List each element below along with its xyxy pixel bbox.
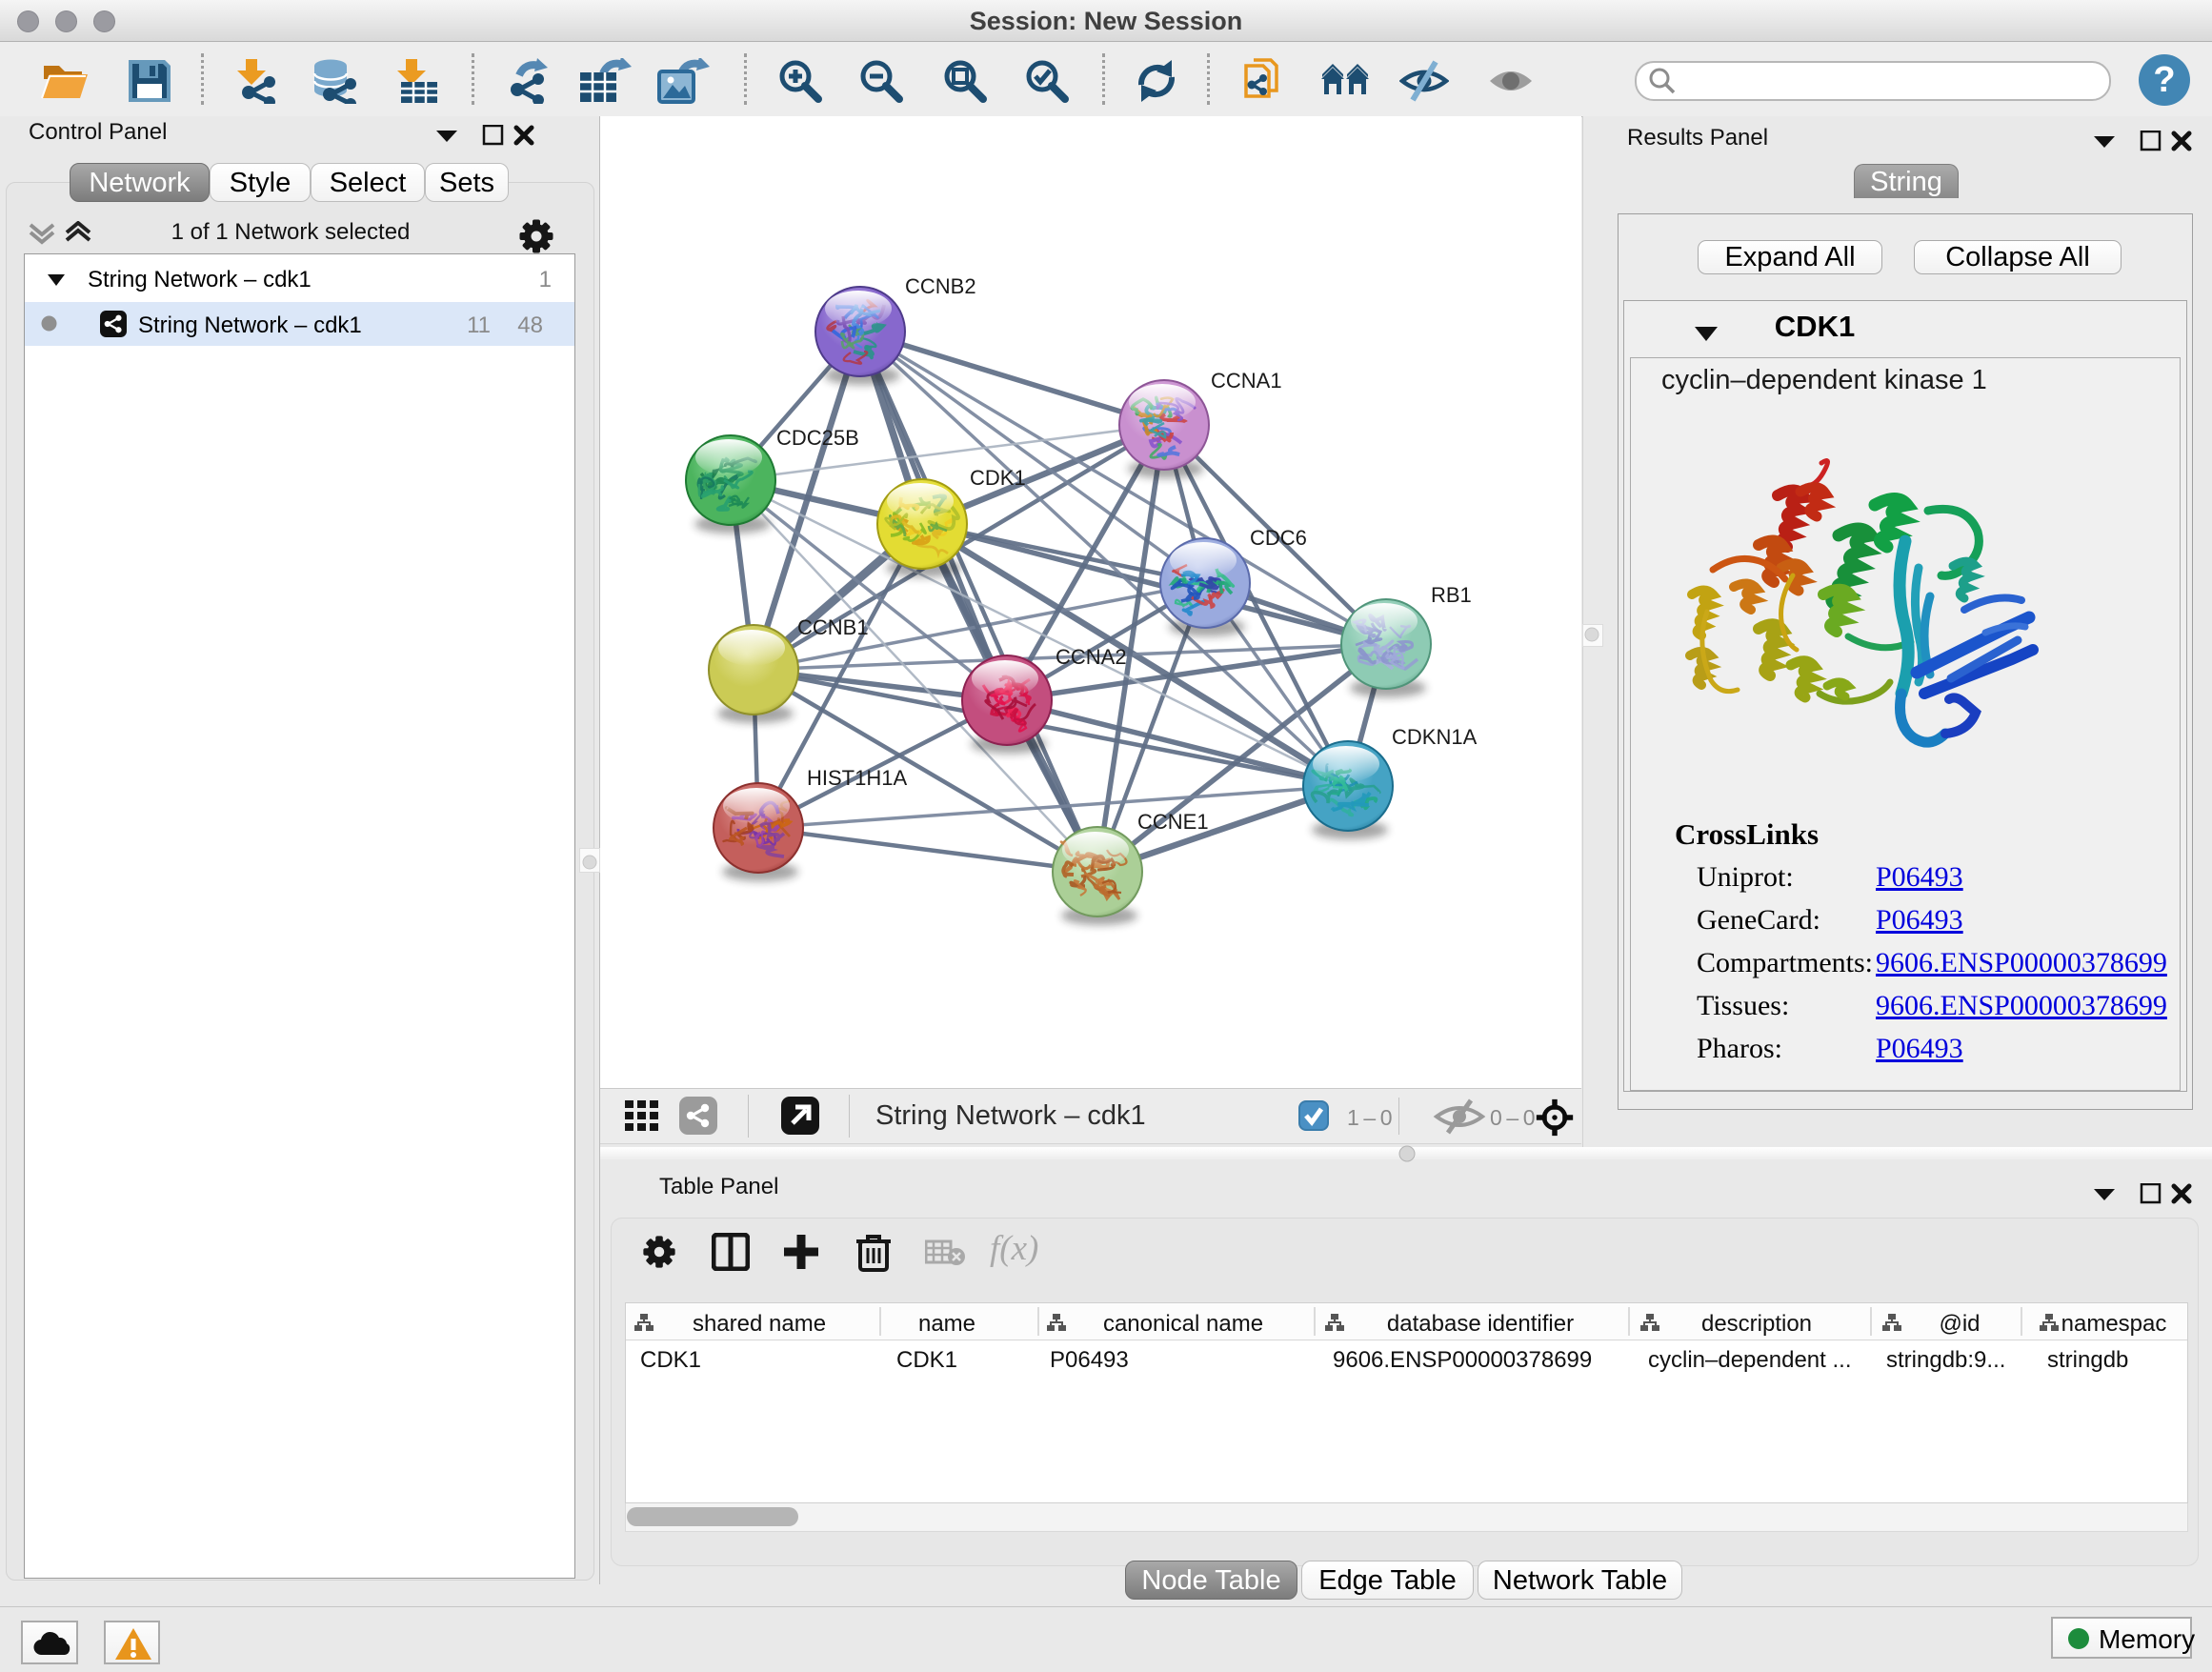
svg-text:namespac: namespac xyxy=(2061,1311,2167,1337)
svg-text:RB1: RB1 xyxy=(1431,583,1472,607)
svg-text:HIST1H1A: HIST1H1A xyxy=(807,766,907,790)
svg-text:@id: @id xyxy=(1939,1311,1980,1337)
svg-text:CCNE1: CCNE1 xyxy=(1137,810,1209,834)
svg-text:CCNA2: CCNA2 xyxy=(1056,645,1127,669)
svg-text:canonical name: canonical name xyxy=(1103,1311,1263,1337)
svg-text:CDC6: CDC6 xyxy=(1250,526,1307,550)
svg-text:CDK1: CDK1 xyxy=(970,466,1026,490)
svg-text:database identifier: database identifier xyxy=(1387,1311,1574,1337)
svg-text:CCNA1: CCNA1 xyxy=(1211,369,1282,393)
svg-text:CCNB1: CCNB1 xyxy=(797,615,869,639)
svg-text:description: description xyxy=(1701,1311,1812,1337)
svg-text:CCNB2: CCNB2 xyxy=(905,274,976,298)
svg-text:shared name: shared name xyxy=(693,1311,826,1337)
svg-text:CDC25B: CDC25B xyxy=(776,426,859,450)
svg-text:CDKN1A: CDKN1A xyxy=(1392,725,1478,749)
svg-text:name: name xyxy=(918,1311,975,1337)
